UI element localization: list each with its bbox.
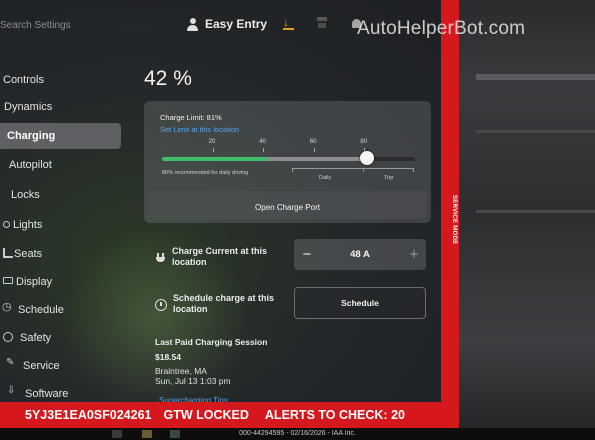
sidebar-item-label: Dynamics — [4, 101, 53, 113]
tick-label: 20 — [208, 139, 216, 145]
battery-percent: 42 % — [144, 67, 192, 90]
sidebar-item-dynamics[interactable]: Dynamics — [0, 93, 125, 121]
sidebar-item-label: Autopilot — [9, 159, 52, 171]
clock-icon — [155, 299, 167, 311]
open-charge-port-button[interactable]: Open Charge Port — [148, 197, 427, 219]
daily-label: Daily — [319, 175, 332, 181]
caption-text: 000-44294595 - 02/16/2026 - IAA Inc. — [239, 430, 356, 437]
download-icon[interactable] — [283, 15, 294, 30]
garage-icon[interactable] — [317, 17, 327, 28]
sidebar-item-seats[interactable]: Seats — [0, 240, 125, 268]
last-session-time: Sun, Jul 13 1:03 pm — [155, 376, 231, 386]
seat-icon — [3, 248, 13, 258]
touchscreen: Search Settings Easy Entry Controls Dyna… — [0, 0, 450, 428]
last-session-amount: $18.54 — [155, 352, 181, 362]
sidebar-item-lights[interactable]: Lights — [0, 211, 125, 239]
sidebar-item-label: Schedule — [18, 304, 64, 316]
sidebar-item-label: Safety — [20, 332, 52, 344]
sidebar-item-label: Display — [16, 276, 53, 288]
sidebar-item-autopilot[interactable]: Autopilot — [0, 151, 125, 179]
charge-current-value: 48 A — [350, 249, 370, 260]
settings-sidebar: Controls Dynamics Charging Autopilot Loc… — [0, 66, 125, 408]
charge-limit-fill — [268, 157, 367, 161]
increase-current-button[interactable]: + — [405, 239, 423, 270]
sidebar-item-schedule[interactable]: Schedule — [0, 296, 125, 324]
display-icon — [3, 277, 13, 284]
charge-current-label: Charge Current at this location — [172, 246, 268, 267]
dashboard-bezel — [450, 0, 595, 428]
gtw-status: GTW LOCKED — [163, 408, 249, 422]
last-session-location: Braintree, MA — [155, 366, 207, 376]
charge-limit-title: Charge Limit: 81% — [160, 113, 222, 122]
sidebar-item-safety[interactable]: Safety — [0, 324, 125, 352]
plug-icon — [156, 253, 166, 265]
sidebar-item-label: Locks — [11, 189, 40, 201]
sidebar-item-display[interactable]: Display — [0, 268, 125, 296]
watermark: AutoHelperBot.com — [357, 18, 526, 39]
download-icon — [7, 385, 17, 398]
sidebar-item-charging[interactable]: Charging — [0, 123, 121, 149]
tick-mark — [313, 148, 315, 152]
tick-label: 60 — [309, 139, 317, 145]
safety-icon — [3, 332, 13, 342]
sidebar-item-label: Charging — [7, 130, 56, 142]
profile-icon — [187, 17, 198, 31]
daily-trip-bracket — [292, 168, 414, 172]
bezel-trim — [476, 74, 595, 80]
bezel-trim — [476, 210, 595, 213]
light-icon — [3, 221, 10, 228]
sidebar-item-label: Software — [25, 388, 69, 400]
schedule-button[interactable]: Schedule — [294, 287, 426, 319]
charge-limit-slider-thumb[interactable] — [359, 151, 374, 165]
taskbar-icons — [112, 430, 212, 438]
profile-name: Easy Entry — [205, 17, 268, 31]
last-session-title: Last Paid Charging Session — [155, 337, 268, 347]
wrench-icon — [6, 357, 16, 370]
vin-number: 5YJ3E1EA0SF024261 — [25, 408, 152, 422]
sidebar-item-label: Service — [23, 360, 60, 372]
schedule-charge-label: Schedule charge at this location — [173, 293, 275, 314]
alarm-icon — [2, 300, 13, 314]
sidebar-item-label: Controls — [3, 74, 44, 86]
current-charge-fill — [162, 157, 269, 161]
tick-mark — [212, 148, 214, 152]
daily-trip-divider — [363, 168, 364, 172]
tick-label: 80 — [360, 139, 368, 145]
decrease-current-button[interactable]: − — [298, 239, 316, 270]
sidebar-item-service[interactable]: Service — [0, 352, 125, 380]
search-input[interactable]: Search Settings — [0, 20, 71, 31]
tick-label: 40 — [259, 139, 266, 145]
service-mode-label: SERVICE MODE — [451, 195, 457, 245]
daily-recommendation: 80% recommended for daily driving — [162, 170, 249, 176]
driver-profile[interactable]: Easy Entry — [187, 17, 267, 31]
tick-mark — [263, 148, 265, 152]
sidebar-item-label: Seats — [14, 248, 43, 260]
sidebar-item-controls[interactable]: Controls — [0, 66, 125, 94]
sidebar-item-locks[interactable]: Locks — [0, 181, 125, 209]
trip-label: Trip — [384, 175, 394, 181]
bezel-trim — [476, 130, 595, 133]
set-limit-link[interactable]: Set Limit at this location — [160, 125, 239, 134]
caption-bar: 000-44294595 - 02/16/2026 - IAA Inc. — [0, 428, 595, 440]
service-mode-banner: 5YJ3E1EA0SF024261 GTW LOCKED ALERTS TO C… — [0, 402, 459, 428]
alerts-count[interactable]: ALERTS TO CHECK: 20 — [265, 408, 405, 422]
sidebar-item-label: Lights — [13, 219, 43, 231]
